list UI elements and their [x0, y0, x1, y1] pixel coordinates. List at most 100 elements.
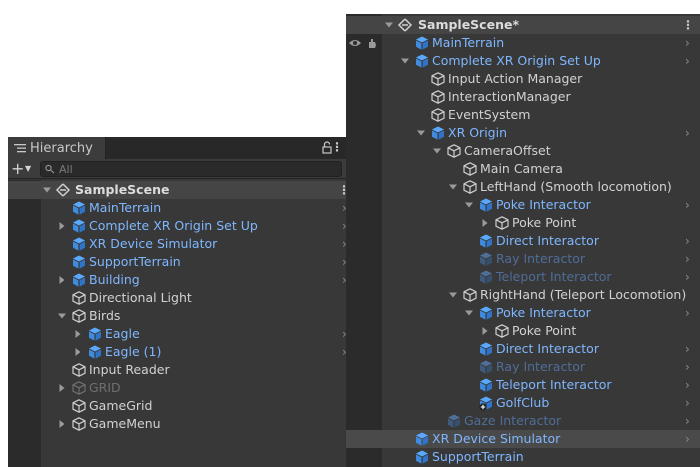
scene-menu-icon[interactable]: ⋮	[338, 181, 346, 199]
prefab-open-chevron-icon[interactable]: ›	[685, 358, 690, 376]
scene-row[interactable]: SampleScene ⋮	[8, 181, 346, 199]
hierarchy-row[interactable]: Ray Interactor ›	[346, 250, 700, 268]
chevron-right-icon[interactable]	[480, 214, 490, 232]
row-label: Main Camera	[480, 161, 563, 176]
prefab-cube-icon	[478, 395, 494, 411]
prefab-open-chevron-icon[interactable]: ›	[685, 394, 690, 412]
prefab-open-chevron-icon[interactable]: ›	[685, 430, 690, 448]
row-label: MainTerrain	[432, 35, 505, 50]
prefab-open-chevron-icon[interactable]: ›	[685, 268, 690, 286]
prefab-cube-icon	[87, 326, 103, 342]
chevron-right-icon[interactable]	[57, 217, 67, 235]
prefab-open-chevron-icon[interactable]: ›	[685, 52, 690, 70]
hierarchy-row[interactable]: Birds	[8, 307, 346, 325]
chevron-down-icon[interactable]	[384, 16, 394, 34]
hierarchy-row[interactable]: Gaze Interactor ›	[346, 412, 700, 430]
row-label: EventSystem	[448, 107, 531, 122]
prefab-open-chevron-icon[interactable]: ›	[685, 304, 690, 322]
hierarchy-row[interactable]: MainTerrain›	[8, 199, 346, 217]
hierarchy-row[interactable]: Complete XR Origin Set Up›	[8, 217, 346, 235]
hierarchy-row[interactable]: Input Action Manager	[346, 70, 700, 88]
hierarchy-row[interactable]: Direct Interactor ›	[346, 232, 700, 250]
hierarchy-row[interactable]: Directional Light	[8, 289, 346, 307]
hierarchy-row[interactable]: Teleport Interactor ›	[346, 268, 700, 286]
prefab-cube-icon	[446, 413, 462, 429]
prefab-open-chevron-icon[interactable]: ›	[685, 376, 690, 394]
hierarchy-row[interactable]: Direct Interactor ›	[346, 340, 700, 358]
hierarchy-row[interactable]: Main Camera	[346, 160, 700, 178]
row-label: Complete XR Origin Set Up	[89, 218, 258, 233]
row-label: GameMenu	[89, 416, 161, 431]
hierarchy-row[interactable]: GRID	[8, 379, 346, 397]
hierarchy-row[interactable]: LeftHand (Smooth locomotion)	[346, 178, 700, 196]
prefab-open-chevron-icon[interactable]: ›	[685, 340, 690, 358]
visibility-eye-icon[interactable]	[348, 37, 362, 49]
row-label: Teleport Interactor	[496, 269, 612, 284]
hierarchy-row[interactable]: Poke Interactor ›	[346, 196, 700, 214]
hierarchy-row[interactable]: InteractionManager	[346, 88, 700, 106]
scene-row[interactable]: SampleScene* ⋮	[346, 16, 700, 34]
scene-menu-icon[interactable]: ⋮	[682, 16, 694, 34]
hierarchy-row[interactable]: Eagle (1)›	[8, 343, 346, 361]
hierarchy-row[interactable]: GolfClub ›	[346, 394, 700, 412]
chevron-right-icon[interactable]	[57, 271, 67, 289]
chevron-down-icon[interactable]	[42, 181, 52, 199]
prefab-open-chevron-icon[interactable]: ›	[685, 412, 690, 430]
hierarchy-row[interactable]: SupportTerrain›	[8, 253, 346, 271]
hierarchy-row[interactable]: GameMenu	[8, 415, 346, 433]
hierarchy-row[interactable]: Building›	[8, 271, 346, 289]
hierarchy-row[interactable]: MainTerrain ›	[346, 34, 700, 52]
chevron-right-icon[interactable]	[57, 415, 67, 433]
prefab-open-chevron-icon[interactable]: ›	[685, 196, 690, 214]
hierarchy-row[interactable]: SupportTerrain	[346, 448, 700, 466]
hierarchy-row[interactable]: Eagle›	[8, 325, 346, 343]
tab-bar: Hierarchy ⋮	[8, 137, 346, 159]
hierarchy-row[interactable]: Poke Point	[346, 214, 700, 232]
pickable-hand-icon[interactable]	[365, 37, 379, 49]
hierarchy-row[interactable]: XR Device Simulator›	[346, 430, 700, 448]
scene-name: SampleScene	[75, 182, 170, 197]
row-label: MainTerrain	[89, 200, 162, 215]
hierarchy-row[interactable]: RightHand (Teleport Locomotion)	[346, 286, 700, 304]
chevron-down-icon[interactable]	[464, 196, 474, 214]
hierarchy-row[interactable]: Teleport Interactor ›	[346, 376, 700, 394]
row-label: LeftHand (Smooth locomotion)	[480, 179, 672, 194]
chevron-right-icon[interactable]	[57, 379, 67, 397]
tab-hierarchy[interactable]: Hierarchy	[8, 137, 106, 159]
chevron-down-icon[interactable]	[448, 178, 458, 196]
hierarchy-row[interactable]: Ray Interactor ›	[346, 358, 700, 376]
add-object-button[interactable]: +	[11, 159, 24, 179]
prefab-open-chevron-icon[interactable]: ›	[685, 124, 690, 142]
hierarchy-row[interactable]: Poke Point	[346, 322, 700, 340]
row-label: Poke Interactor	[496, 305, 591, 320]
chevron-right-icon[interactable]	[73, 343, 83, 361]
hierarchy-row[interactable]: GameGrid	[8, 397, 346, 415]
prefab-open-chevron-icon[interactable]: ›	[685, 250, 690, 268]
chevron-down-icon[interactable]	[432, 142, 442, 160]
hierarchy-row[interactable]: Input Reader	[8, 361, 346, 379]
hierarchy-row[interactable]: Complete XR Origin Set Up›	[346, 52, 700, 70]
hierarchy-row[interactable]: CameraOffset	[346, 142, 700, 160]
chevron-down-icon[interactable]	[448, 286, 458, 304]
prefab-open-chevron-icon[interactable]: ›	[685, 232, 690, 250]
chevron-right-icon[interactable]	[480, 322, 490, 340]
chevron-down-icon[interactable]: ▼	[25, 159, 31, 179]
search-input[interactable]: All	[40, 161, 342, 177]
hierarchy-row[interactable]: Poke Interactor ›	[346, 304, 700, 322]
hierarchy-row[interactable]: EventSystem	[346, 106, 700, 124]
prefab-cube-icon	[71, 236, 87, 252]
hierarchy-row[interactable]: XR Device Simulator›	[8, 235, 346, 253]
chevron-down-icon[interactable]	[416, 124, 426, 142]
chevron-down-icon[interactable]	[400, 52, 410, 70]
prefab-cube-icon	[478, 233, 494, 249]
chevron-right-icon[interactable]	[73, 325, 83, 343]
chevron-down-icon[interactable]	[57, 307, 67, 325]
hierarchy-row[interactable]: XR Origin ›	[346, 124, 700, 142]
row-label: Eagle (1)	[105, 344, 162, 359]
prefab-open-chevron-icon[interactable]: ›	[685, 34, 690, 52]
panel-menu-icon[interactable]: ⋮	[331, 140, 343, 154]
gameobject-cube-icon	[462, 287, 478, 303]
row-label: Directional Light	[89, 290, 192, 305]
chevron-down-icon[interactable]	[464, 304, 474, 322]
row-label: Direct Interactor	[496, 233, 599, 248]
